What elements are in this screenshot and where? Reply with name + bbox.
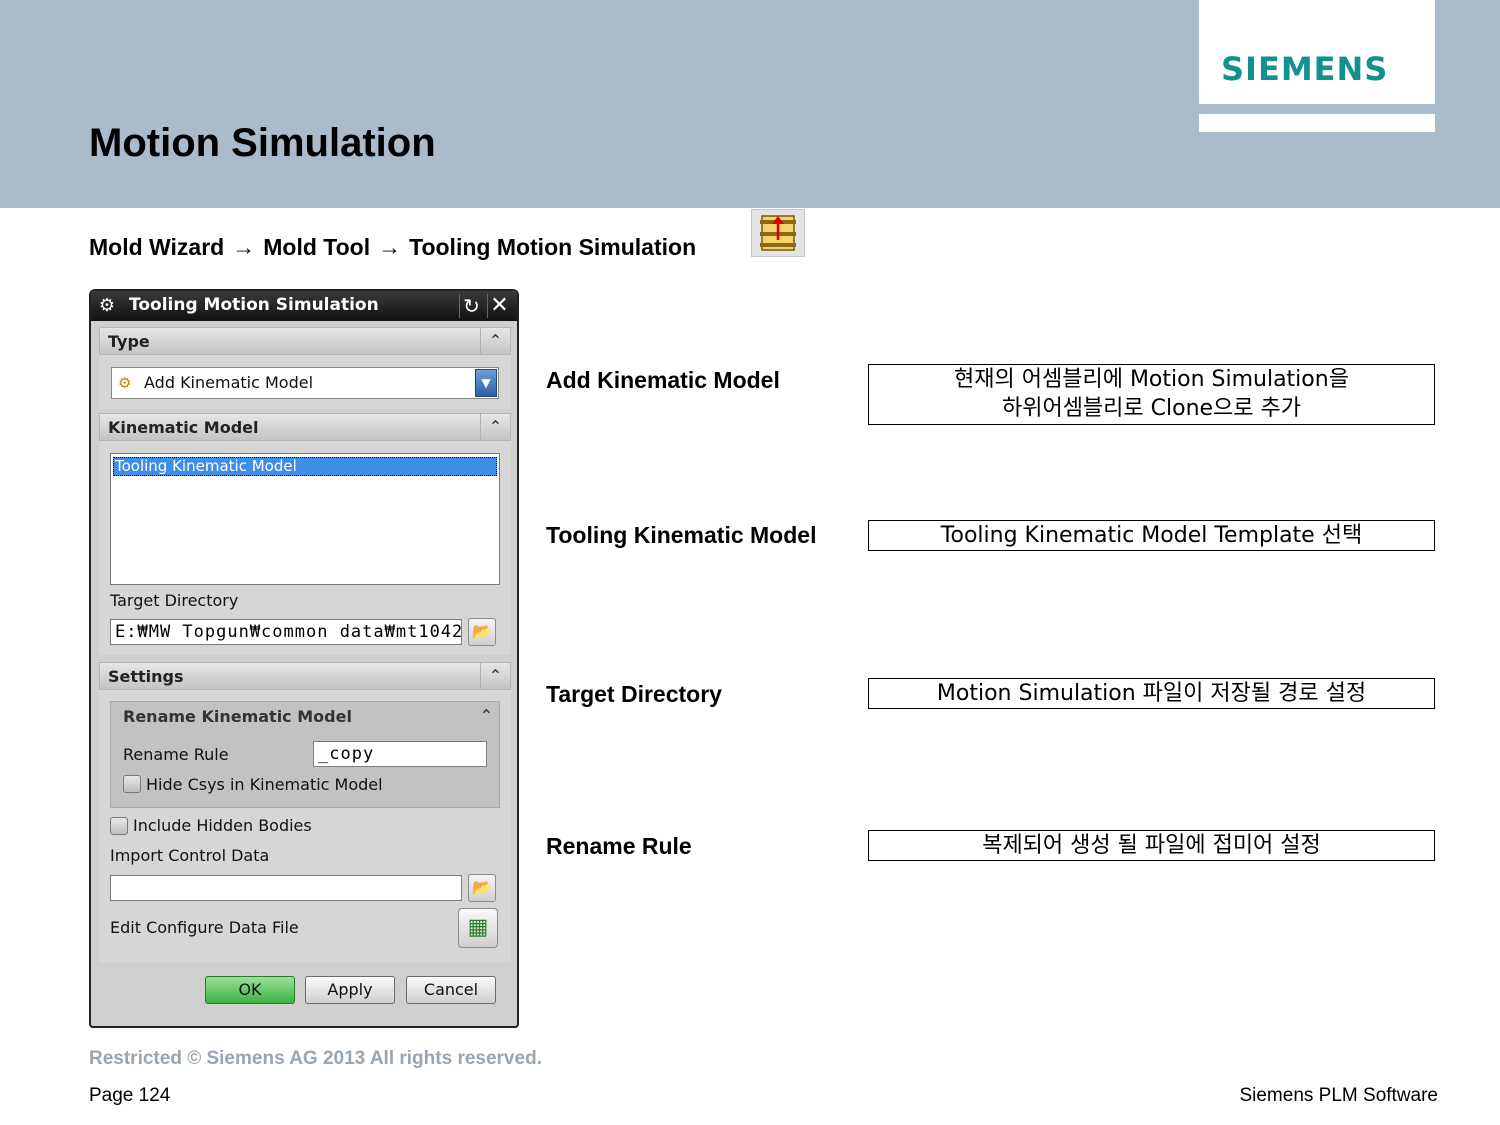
restricted-notice: Restricted © Siemens AG 2013 All rights …: [89, 1048, 542, 1069]
include-hidden-bodies-label: Include Hidden Bodies: [133, 816, 312, 835]
reset-icon[interactable]: ↻: [459, 294, 483, 318]
folder-icon[interactable]: 📂: [468, 874, 496, 902]
description-line: 복제되어 생성 될 파일에 접미어 설정: [982, 833, 1321, 858]
edit-configure-data-file-label: Edit Configure Data File: [110, 918, 299, 937]
dialog-button-row: OK Apply Cancel: [91, 962, 517, 1022]
description-line: 현재의 어셈블리에 Motion Simulation을: [954, 367, 1349, 392]
description-box: Motion Simulation 파일이 저장될 경로 설정: [868, 678, 1435, 709]
settings-section-label: Settings: [108, 667, 184, 686]
description-line: Motion Simulation 파일이 저장될 경로 설정: [936, 681, 1367, 706]
close-icon[interactable]: ✕: [487, 294, 511, 318]
kinematic-model-section-label: Kinematic Model: [108, 418, 259, 437]
type-dropdown[interactable]: ⚙ Add Kinematic Model ▼: [111, 367, 499, 399]
spreadsheet-icon[interactable]: ▦: [458, 908, 498, 948]
target-directory-label: Target Directory: [110, 591, 239, 610]
arrow-right-icon: →: [232, 234, 256, 260]
description-box: Tooling Kinematic Model Template 선택: [868, 520, 1435, 551]
type-dropdown-value: Add Kinematic Model: [144, 373, 314, 392]
term-target-directory: Target Directory: [546, 681, 722, 707]
chevron-up-icon[interactable]: ⌃: [480, 414, 510, 440]
dialog-titlebar: ⚙ Tooling Motion Simulation ↻ ✕: [91, 291, 517, 321]
rename-rule-input[interactable]: _copy: [313, 741, 487, 767]
include-hidden-bodies-checkbox[interactable]: [110, 817, 128, 835]
breadcrumb-step-tooling-motion-simulation: Tooling Motion Simulation: [409, 234, 697, 260]
term-rename-rule: Rename Rule: [546, 833, 692, 859]
tooling-motion-simulation-dialog: ⚙ Tooling Motion Simulation ↻ ✕ Type ⌃ ⚙…: [89, 289, 519, 1028]
ok-button[interactable]: OK: [205, 976, 295, 1004]
company-name: Siemens PLM Software: [1239, 1085, 1438, 1106]
hide-csys-checkbox[interactable]: [123, 775, 141, 793]
term-add-kinematic-model: Add Kinematic Model: [546, 367, 780, 393]
type-section-header[interactable]: Type ⌃: [99, 327, 511, 355]
arrow-right-icon: →: [378, 234, 402, 260]
siemens-logo: SIEMENS: [1221, 50, 1389, 88]
rename-kinematic-model-group: Rename Kinematic Model ⌃ Rename Rule _co…: [110, 701, 500, 808]
page-number: Page 124: [89, 1085, 171, 1106]
dialog-title: Tooling Motion Simulation: [129, 295, 379, 315]
breadcrumb-step-mold-tool: Mold Tool: [263, 234, 371, 260]
page-title: Motion Simulation: [89, 121, 436, 165]
kinematic-model-icon: ⚙: [118, 374, 132, 392]
logo-strip: [1199, 114, 1435, 132]
target-directory-input[interactable]: E:₩MW Topgun₩common data₩mt10420: [110, 619, 462, 645]
type-section-label: Type: [108, 332, 150, 351]
gear-icon[interactable]: ⚙: [97, 296, 117, 316]
rename-rule-label: Rename Rule: [123, 745, 229, 764]
hide-csys-label: Hide Csys in Kinematic Model: [146, 775, 383, 794]
folder-icon[interactable]: 📂: [468, 618, 496, 646]
description-box: 현재의 어셈블리에 Motion Simulation을 하위어셈블리로 Clo…: [868, 364, 1435, 425]
term-tooling-kinematic-model: Tooling Kinematic Model: [546, 522, 817, 548]
chevron-up-icon[interactable]: ⌃: [480, 706, 493, 725]
description-line: 하위어셈블리로 Clone으로 추가: [1001, 396, 1302, 421]
chevron-up-icon[interactable]: ⌃: [480, 663, 510, 689]
apply-button[interactable]: Apply: [305, 976, 395, 1004]
import-control-data-label: Import Control Data: [110, 846, 270, 865]
breadcrumb-step-mold-wizard: Mold Wizard: [89, 234, 225, 260]
breadcrumb: Mold Wizard → Mold Tool → Tooling Motion…: [89, 234, 696, 261]
list-item[interactable]: Tooling Kinematic Model: [113, 457, 497, 476]
cancel-button[interactable]: Cancel: [406, 976, 496, 1004]
settings-section-header[interactable]: Settings ⌃: [99, 662, 511, 690]
import-control-data-input[interactable]: [110, 875, 462, 901]
rename-kinematic-model-label: Rename Kinematic Model: [123, 707, 352, 726]
kinematic-model-list[interactable]: Tooling Kinematic Model: [110, 453, 500, 585]
kinematic-model-section-header[interactable]: Kinematic Model ⌃: [99, 413, 511, 441]
chevron-up-icon[interactable]: ⌃: [480, 328, 510, 354]
logo-box: SIEMENS: [1199, 0, 1435, 104]
chevron-down-icon[interactable]: ▼: [475, 369, 497, 397]
tooling-motion-simulation-icon: [751, 209, 805, 257]
description-box: 복제되어 생성 될 파일에 접미어 설정: [868, 830, 1435, 861]
description-line: Tooling Kinematic Model Template 선택: [940, 523, 1363, 548]
